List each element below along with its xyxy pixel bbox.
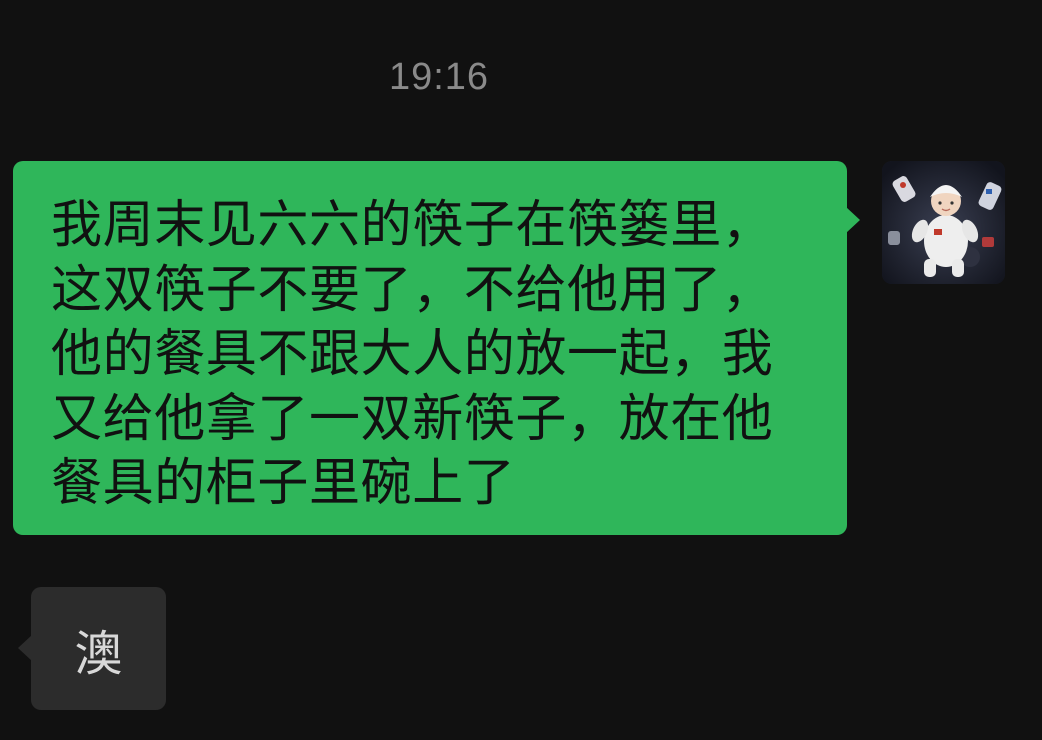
outgoing-message-text: 我周末见六六的筷子在筷篓里，这双筷子不要了，不给他用了，他的餐具不跟大人的放一起… bbox=[51, 196, 774, 513]
baby-photo-avatar-icon bbox=[882, 161, 1005, 284]
outgoing-message-bubble[interactable]: 我周末见六六的筷子在筷篓里，这双筷子不要了，不给他用了，他的餐具不跟大人的放一起… bbox=[13, 161, 860, 535]
user-avatar[interactable] bbox=[882, 161, 1005, 284]
message-timestamp: 19:16 bbox=[388, 56, 490, 98]
incoming-message-bubble[interactable]: 澳 bbox=[18, 587, 166, 710]
incoming-message-text: 澳 bbox=[74, 625, 123, 682]
